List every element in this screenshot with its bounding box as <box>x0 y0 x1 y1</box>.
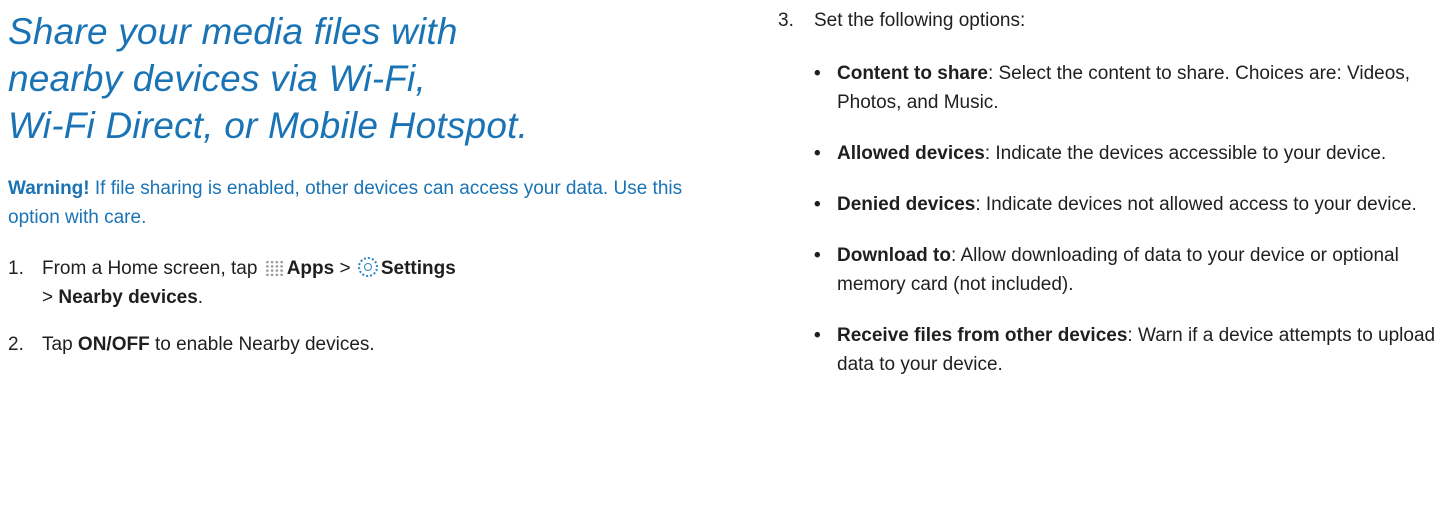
step-text-segment: From a Home screen, tap <box>42 258 263 279</box>
intro-title-line: Share your media files with <box>8 11 458 52</box>
option-label: Allowed devices <box>837 143 985 164</box>
warning-label: Warning! <box>8 178 90 199</box>
bullet-icon: • <box>814 143 821 164</box>
option-text: Denied devices: Indicate devices not all… <box>837 190 1456 219</box>
option-label: Receive files from other devices <box>837 325 1128 346</box>
step-text-segment: . <box>197 287 204 308</box>
option-description: : Indicate devices not allowed access to… <box>975 194 1417 215</box>
option-text: Content to share: Select the content to … <box>837 59 1456 117</box>
step-number: 3. <box>778 10 794 31</box>
option-label: Download to <box>837 245 951 266</box>
right-column: 3. Set the following options: • Content … <box>778 0 1456 379</box>
step-text: Tap ON/OFF to enable Nearby devices. <box>42 330 688 359</box>
settings-gear-icon <box>357 257 378 277</box>
bullet-icon: • <box>814 245 821 266</box>
step-number: 1. <box>8 258 24 279</box>
option-item: • Download to: Allow downloading of data… <box>814 241 1456 299</box>
option-description: : Indicate the devices accessible to you… <box>984 143 1387 164</box>
step-number: 2. <box>8 334 24 355</box>
step-text-segment: Tap <box>42 334 78 355</box>
step-text-segment: to enable Nearby devices. <box>149 334 375 355</box>
option-text: Download to: Allow downloading of data t… <box>837 241 1456 299</box>
left-column: Share your media files with nearby devic… <box>8 0 688 359</box>
step-item: 1. From a Home screen, tap Apps > Settin… <box>8 254 688 312</box>
option-label: Content to share <box>837 63 988 84</box>
intro-title-line: nearby devices via Wi-Fi, <box>8 58 426 99</box>
option-item: • Receive files from other devices: Warn… <box>814 321 1456 379</box>
step-text-segment: > <box>42 287 59 308</box>
bullet-icon: • <box>814 325 821 346</box>
settings-label: Settings <box>380 258 456 279</box>
steps-list: 1. From a Home screen, tap Apps > Settin… <box>8 254 688 359</box>
option-text: Allowed devices: Indicate the devices ac… <box>837 139 1456 168</box>
step-item: 3. Set the following options: <box>778 6 1456 35</box>
nearby-devices-label: Nearby devices <box>58 287 198 308</box>
step-text: Set the following options: <box>814 10 1026 31</box>
step-text-segment: > <box>334 258 356 279</box>
option-item: • Content to share: Select the content t… <box>814 59 1456 117</box>
bullet-icon: • <box>814 194 821 215</box>
warning-text: If file sharing is enabled, other device… <box>8 178 683 228</box>
options-list: • Content to share: Select the content t… <box>814 59 1456 379</box>
on-off-label: ON/OFF <box>77 334 150 355</box>
option-text: Receive files from other devices: Warn i… <box>837 321 1456 379</box>
step-item: 2. Tap ON/OFF to enable Nearby devices. <box>8 330 688 359</box>
option-item: • Allowed devices: Indicate the devices … <box>814 139 1456 168</box>
bullet-icon: • <box>814 63 821 84</box>
warning-note: Warning! If file sharing is enabled, oth… <box>8 174 688 232</box>
option-item: • Denied devices: Indicate devices not a… <box>814 190 1456 219</box>
apps-grid-icon <box>264 260 284 277</box>
option-label: Denied devices <box>837 194 976 215</box>
section-intro-title: Share your media files with nearby devic… <box>8 0 688 149</box>
intro-title-line: Wi-Fi Direct, or Mobile Hotspot. <box>8 105 529 146</box>
step-text: From a Home screen, tap Apps > Settings … <box>42 254 688 312</box>
apps-label: Apps <box>286 258 335 279</box>
